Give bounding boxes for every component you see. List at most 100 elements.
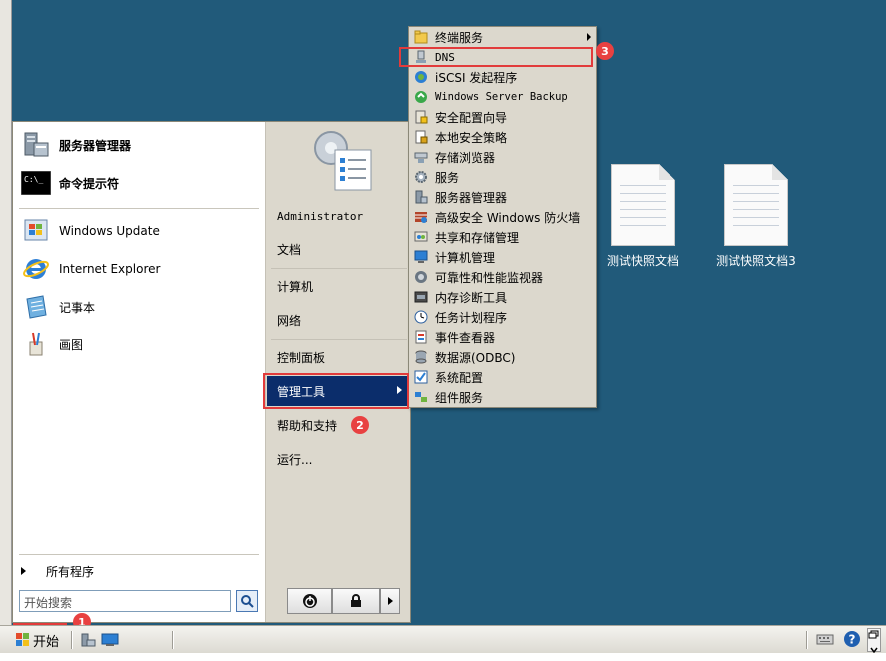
recent-windows-update[interactable]: Windows Update bbox=[21, 214, 160, 248]
submenu-item-component-services[interactable]: 组件服务 bbox=[409, 387, 596, 407]
divider bbox=[271, 339, 407, 340]
local-policy-icon bbox=[413, 129, 429, 145]
share-storage-icon bbox=[413, 229, 429, 245]
submenu-item-label: 安全配置向导 bbox=[435, 110, 508, 125]
search-button[interactable] bbox=[236, 590, 258, 612]
submenu-item-label: 可靠性和性能监视器 bbox=[435, 270, 544, 285]
submenu-item-label: 事件查看器 bbox=[435, 330, 496, 345]
network-link[interactable]: 网络 bbox=[277, 305, 407, 335]
shutdown-button[interactable] bbox=[287, 588, 332, 614]
server-manager-icon bbox=[81, 633, 96, 647]
pinned-command-prompt[interactable]: C:\_ 命令提示符 bbox=[21, 166, 119, 200]
services-icon bbox=[413, 169, 429, 185]
pinned-server-manager[interactable]: 服务器管理器 bbox=[21, 128, 131, 162]
submenu-item-label: 数据源(ODBC) bbox=[435, 350, 516, 365]
submenu-item-label: 服务器管理器 bbox=[435, 190, 508, 205]
submenu-item-label: 组件服务 bbox=[435, 390, 484, 405]
power-icon bbox=[302, 594, 317, 608]
documents-link[interactable]: 文档 bbox=[277, 234, 407, 264]
help-icon: ? bbox=[844, 631, 860, 647]
divider bbox=[806, 631, 808, 649]
memory-diagnostic-icon bbox=[413, 289, 429, 305]
reliability-monitor-icon bbox=[413, 269, 429, 285]
divider bbox=[271, 268, 407, 269]
user-name-link[interactable]: Administrator bbox=[277, 201, 407, 231]
submenu-item-server-manager[interactable]: 服务器管理器 bbox=[409, 187, 596, 207]
recent-label: Internet Explorer bbox=[59, 262, 161, 276]
submenu-item-odbc[interactable]: 数据源(ODBC) bbox=[409, 347, 596, 367]
paint-icon bbox=[21, 329, 51, 359]
desktop-file-snapshot-doc3[interactable]: 测试快照文档3 bbox=[701, 164, 811, 269]
computer-link[interactable]: 计算机 bbox=[277, 271, 407, 301]
submenu-item-task-scheduler[interactable]: 任务计划程序 bbox=[409, 307, 596, 327]
desktop-file-label: 测试快照文档3 bbox=[716, 254, 796, 268]
user-picture-icon bbox=[309, 126, 375, 194]
submenu-item-computer-management[interactable]: 计算机管理 bbox=[409, 247, 596, 267]
submenu-item-label: 内存诊断工具 bbox=[435, 290, 508, 305]
power-controls bbox=[287, 588, 400, 614]
start-search-input[interactable]: 开始搜索 bbox=[19, 590, 231, 612]
desktop-file-label: 测试快照文档 bbox=[606, 254, 679, 268]
submenu-item-security-wizard[interactable]: 安全配置向导 bbox=[409, 107, 596, 127]
svg-text:?: ? bbox=[849, 633, 856, 647]
quick-launch-server-manager[interactable] bbox=[80, 632, 96, 651]
keyboard-tray-button[interactable] bbox=[816, 632, 834, 649]
recent-internet-explorer[interactable]: Internet Explorer bbox=[21, 252, 160, 286]
submenu-item-storage-explorer[interactable]: 存储浏览器 bbox=[409, 147, 596, 167]
submenu-item-services[interactable]: 服务 bbox=[409, 167, 596, 187]
help-support-link[interactable]: 帮助和支持 bbox=[277, 410, 407, 440]
pinned-label: 命令提示符 bbox=[59, 176, 120, 191]
submenu-item-label: 服务 bbox=[435, 170, 460, 185]
submenu-item-label: 计算机管理 bbox=[435, 250, 496, 265]
divider bbox=[19, 208, 259, 209]
admin-tools-submenu: 终端服务 DNS iSCSI 发起程序 Windows Server Backu… bbox=[408, 26, 597, 408]
recent-paint[interactable]: 画图 bbox=[21, 327, 83, 361]
submenu-item-terminal-services[interactable]: 终端服务 bbox=[409, 27, 596, 47]
all-programs-button[interactable]: 所有程序 bbox=[21, 560, 94, 582]
lock-button[interactable] bbox=[332, 588, 380, 614]
help-tray-button[interactable]: ? bbox=[843, 630, 861, 651]
step-badge-2: 2 bbox=[351, 416, 369, 434]
divider bbox=[19, 554, 259, 555]
security-wizard-icon bbox=[413, 109, 429, 125]
recent-label: 画图 bbox=[59, 337, 84, 352]
server-manager-icon bbox=[21, 130, 51, 160]
folder-icon bbox=[413, 29, 429, 45]
server-manager-icon bbox=[413, 189, 429, 205]
divider bbox=[71, 631, 73, 649]
keyboard-icon bbox=[816, 634, 834, 645]
recent-notepad[interactable]: 记事本 bbox=[21, 290, 95, 324]
start-button[interactable]: 开始 bbox=[13, 628, 65, 652]
quick-launch-show-desktop[interactable] bbox=[101, 632, 119, 651]
run-link[interactable]: 运行... bbox=[277, 444, 407, 474]
control-panel-link[interactable]: 控制面板 bbox=[277, 342, 407, 372]
firewall-icon bbox=[413, 209, 429, 225]
recent-label: Windows Update bbox=[59, 224, 160, 238]
submenu-item-label: iSCSI 发起程序 bbox=[435, 70, 518, 85]
taskbar: 开始 ? bbox=[0, 625, 886, 654]
submenu-item-local-policy[interactable]: 本地安全策略 bbox=[409, 127, 596, 147]
submenu-item-firewall[interactable]: 高级安全 Windows 防火墙 bbox=[409, 207, 596, 227]
submenu-item-label: 任务计划程序 bbox=[435, 310, 508, 325]
system-config-icon bbox=[413, 369, 429, 385]
submenu-item-event-viewer[interactable]: 事件查看器 bbox=[409, 327, 596, 347]
submenu-item-iscsi[interactable]: iSCSI 发起程序 bbox=[409, 67, 596, 87]
odbc-icon bbox=[413, 349, 429, 365]
step-badge-3: 3 bbox=[596, 42, 614, 60]
windows-logo-icon bbox=[16, 633, 29, 646]
start-menu: 服务器管理器 C:\_ 命令提示符 Windows Update Interne… bbox=[12, 121, 411, 623]
lock-icon bbox=[351, 594, 361, 607]
tray-scroll-control[interactable] bbox=[867, 628, 881, 654]
submenu-item-reliability-monitor[interactable]: 可靠性和性能监视器 bbox=[409, 267, 596, 287]
submenu-item-label: 系统配置 bbox=[435, 370, 484, 385]
submenu-item-share-storage[interactable]: 共享和存储管理 bbox=[409, 227, 596, 247]
desktop-file-snapshot-doc[interactable]: 测试快照文档 bbox=[588, 164, 698, 269]
submenu-item-server-backup[interactable]: Windows Server Backup bbox=[409, 87, 596, 107]
submenu-item-label: Windows Server Backup bbox=[435, 91, 568, 103]
divider bbox=[172, 631, 174, 649]
submenu-item-memory-diagnostic[interactable]: 内存诊断工具 bbox=[409, 287, 596, 307]
power-options-button[interactable] bbox=[380, 588, 400, 614]
show-desktop-icon bbox=[101, 633, 119, 646]
storage-explorer-icon bbox=[413, 149, 429, 165]
submenu-item-system-config[interactable]: 系统配置 bbox=[409, 367, 596, 387]
